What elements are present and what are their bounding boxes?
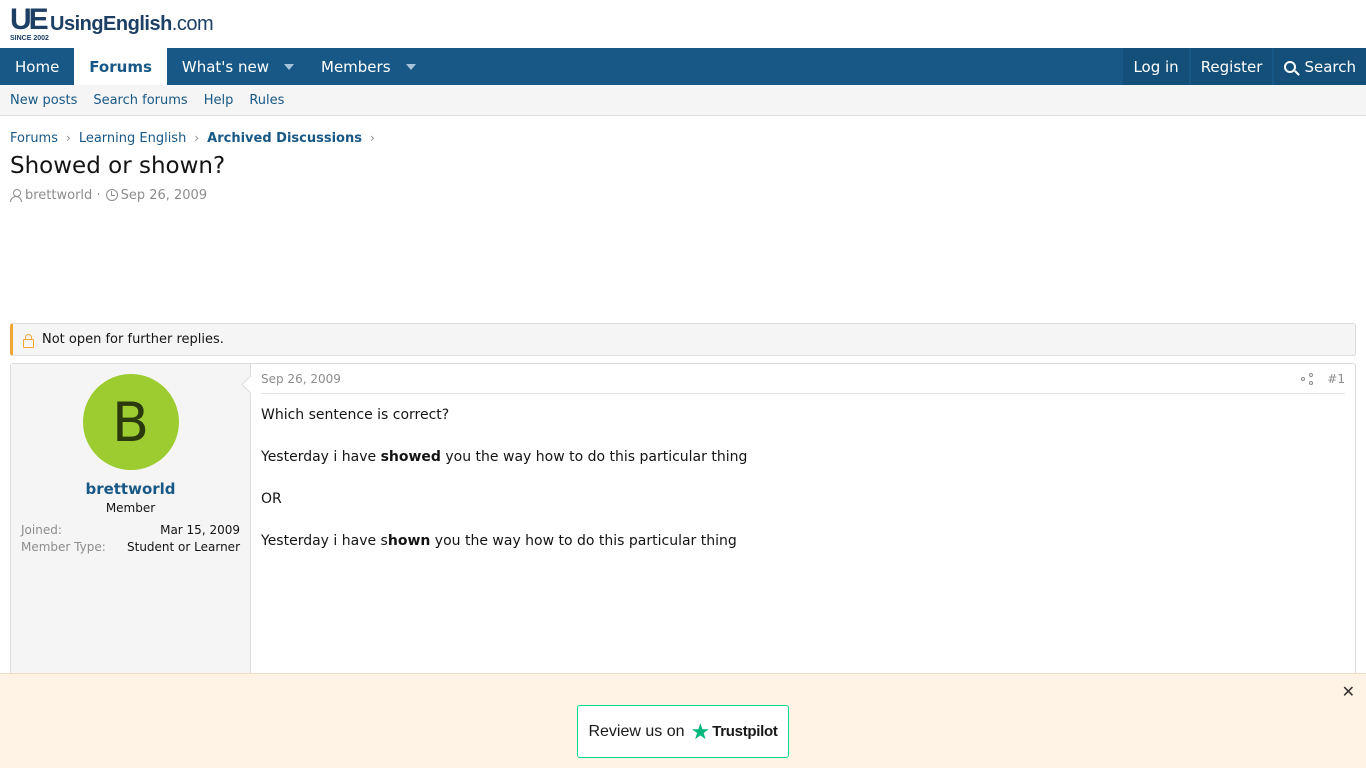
chevron-right-icon: › xyxy=(369,131,375,145)
user-stats: Joined: Mar 15, 2009 Member Type: Studen… xyxy=(11,515,250,557)
notice-text: Not open for further replies. xyxy=(42,332,224,347)
site-header: UE SINCE 2002 UsingEnglish.com xyxy=(0,0,1366,48)
tab-forums[interactable]: Forums xyxy=(74,48,167,85)
post-header: Sep 26, 2009 #1 xyxy=(261,364,1345,394)
tab-whats-new-label: What's new xyxy=(181,57,269,76)
meta-separator: · xyxy=(92,187,101,203)
breadcrumb-forums[interactable]: Forums xyxy=(10,131,58,146)
user-title: Member xyxy=(105,501,156,515)
post-line-option-a: Yesterday i have showed you the way how … xyxy=(261,447,1345,467)
tab-members[interactable]: Members xyxy=(306,48,428,85)
post-user-panel: B brettworld Member Joined: Mar 15, 2009… xyxy=(11,364,251,682)
subnav-search-forums[interactable]: Search forums xyxy=(93,93,187,108)
post-username[interactable]: brettworld xyxy=(11,480,250,498)
breadcrumb-archived-discussions[interactable]: Archived Discussions xyxy=(207,131,362,146)
subnav-help[interactable]: Help xyxy=(204,93,234,108)
option-a-bold: showed xyxy=(380,449,441,465)
thread-date-link[interactable]: Sep 26, 2009 xyxy=(121,188,208,203)
member-type-label: Member Type: xyxy=(21,540,106,554)
chevron-right-icon: › xyxy=(194,131,200,145)
trustpilot-review-button[interactable]: Review us on ★ Trustpilot xyxy=(577,705,789,758)
logo-ue: UE xyxy=(10,3,49,36)
login-button[interactable]: Log in xyxy=(1123,48,1189,85)
caret-down-icon[interactable] xyxy=(405,63,416,70)
subnav-rules[interactable]: Rules xyxy=(249,93,284,108)
option-a-end: you the way how to do this particular th… xyxy=(440,449,748,465)
logo-text: UsingEnglish.com xyxy=(50,13,214,36)
clock-icon xyxy=(105,189,118,201)
share-icon[interactable] xyxy=(1301,372,1314,385)
thread-locked-notice: Not open for further replies. xyxy=(10,323,1356,356)
post-line-option-b: Yesterday i have shown you the way how t… xyxy=(261,531,1345,551)
register-button[interactable]: Register xyxy=(1190,48,1273,85)
logo-name: UsingEnglish xyxy=(50,13,172,35)
user-stat-joined: Joined: Mar 15, 2009 xyxy=(21,523,240,540)
sub-nav: New posts Search forums Help Rules xyxy=(0,85,1366,116)
lock-icon xyxy=(23,333,34,348)
option-b-bold: hown xyxy=(387,533,431,549)
post: B brettworld Member Joined: Mar 15, 2009… xyxy=(10,363,1356,683)
tab-whats-new[interactable]: What's new xyxy=(167,48,306,85)
post-line-or: OR xyxy=(261,491,282,507)
main-nav-left: Home Forums What's new Members xyxy=(0,48,428,85)
logo-mark: UE SINCE 2002 xyxy=(10,3,50,43)
main-nav: Home Forums What's new Members Log in Re… xyxy=(0,48,1366,85)
search-icon xyxy=(1284,60,1297,73)
post-date-link[interactable]: Sep 26, 2009 xyxy=(261,372,341,386)
subnav-new-posts[interactable]: New posts xyxy=(10,93,77,108)
post-body: Which sentence is correct? Yesterday i h… xyxy=(261,394,1345,551)
breadcrumb: Forums › Learning English › Archived Dis… xyxy=(0,116,1366,148)
breadcrumb-learning-english[interactable]: Learning English xyxy=(79,131,187,146)
search-button[interactable]: Search xyxy=(1274,48,1366,85)
logo-tld: .com xyxy=(171,13,214,35)
avatar[interactable]: B xyxy=(82,374,179,470)
post-header-actions: #1 xyxy=(1301,372,1345,386)
option-a-start: Yesterday i have xyxy=(261,449,381,465)
logo-since: SINCE 2002 xyxy=(10,35,49,42)
option-b-start: Yesterday i have s xyxy=(261,533,388,549)
post-main: Sep 26, 2009 #1 Which sentence is correc… xyxy=(251,364,1355,682)
caret-down-icon[interactable] xyxy=(284,63,294,70)
option-b-end: you the way how to do this particular th… xyxy=(430,533,737,549)
star-icon: ★ xyxy=(690,718,711,744)
user-icon xyxy=(10,188,22,202)
site-logo[interactable]: UE SINCE 2002 UsingEnglish.com xyxy=(10,3,214,43)
tab-members-label: Members xyxy=(321,57,391,76)
thread-meta: brettworld · Sep 26, 2009 xyxy=(0,186,1366,204)
close-icon[interactable]: ✕ xyxy=(1342,684,1355,700)
post-number-link[interactable]: #1 xyxy=(1327,372,1345,386)
member-type-value: Student or Learner xyxy=(127,540,240,554)
trustpilot-brand: Trustpilot xyxy=(712,723,778,740)
trustpilot-review-label: Review us on xyxy=(588,722,685,740)
joined-value: Mar 15, 2009 xyxy=(160,523,240,537)
trustpilot-banner: ✕ Review us on ★ Trustpilot xyxy=(0,673,1366,768)
search-button-label: Search xyxy=(1304,57,1356,76)
chevron-right-icon: › xyxy=(66,131,71,145)
post-line-question: Which sentence is correct? xyxy=(261,407,450,423)
thread-author-link[interactable]: brettworld xyxy=(25,188,92,203)
main-nav-right: Log in Register Search xyxy=(1121,48,1366,85)
page-title: Showed or shown? xyxy=(10,153,226,179)
user-stat-member-type: Member Type: Student or Learner xyxy=(21,540,240,557)
tab-home[interactable]: Home xyxy=(0,48,74,85)
joined-label: Joined: xyxy=(21,523,62,537)
